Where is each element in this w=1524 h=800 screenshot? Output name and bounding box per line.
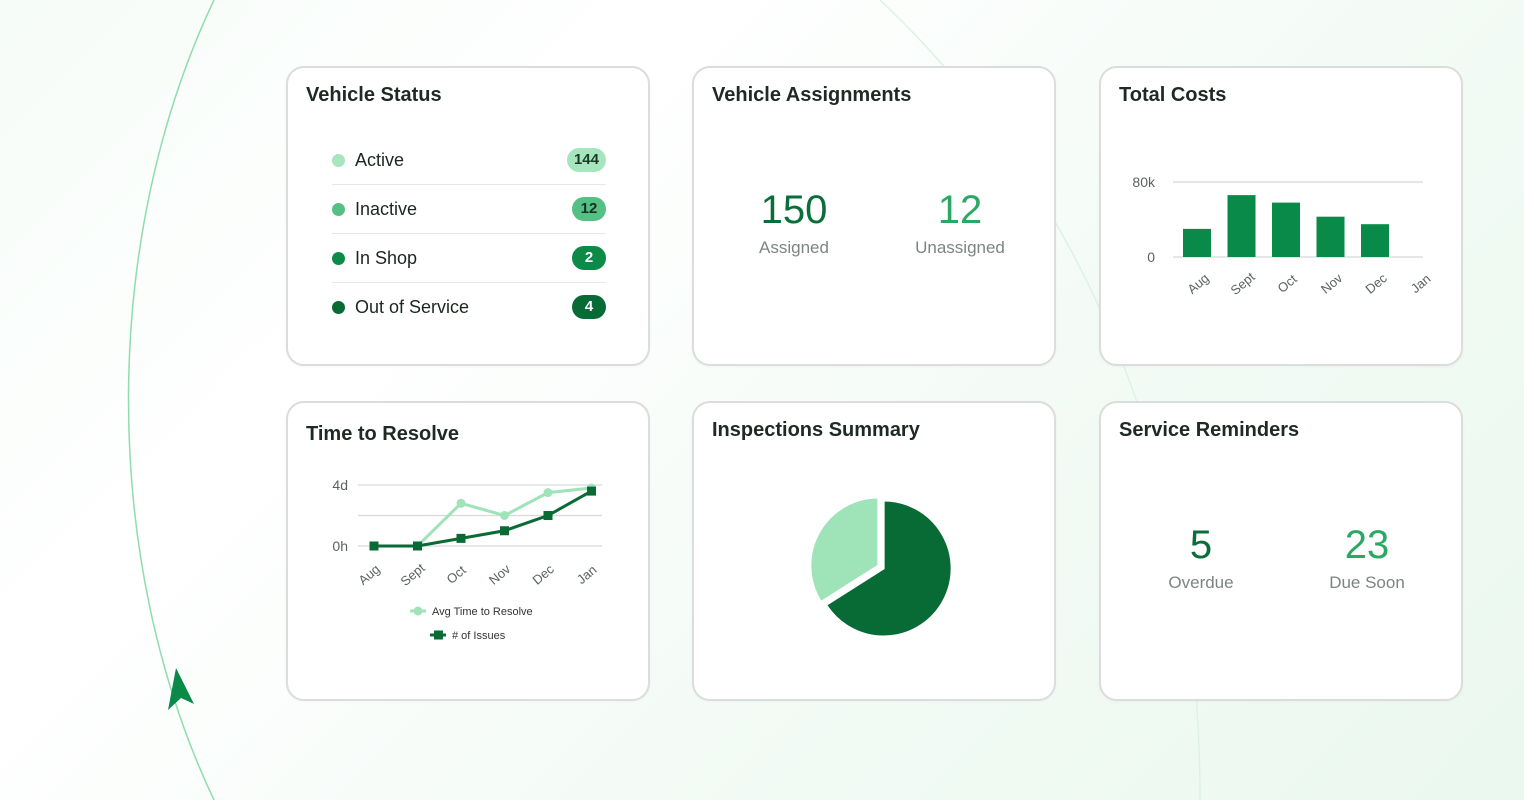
legend-label: # of Issues <box>452 630 506 642</box>
series-line <box>374 486 592 548</box>
bar <box>1316 216 1345 257</box>
x-tick-label: Nov <box>486 561 514 588</box>
data-point <box>369 541 379 551</box>
series-line <box>374 489 593 548</box>
card-title: Vehicle Status <box>306 84 442 106</box>
x-tick-label: Jan <box>1408 271 1434 296</box>
x-tick-label: Oct <box>444 562 469 587</box>
x-tick-label: Jan <box>574 562 600 587</box>
overdue-count: 5 <box>1189 523 1213 567</box>
card-title: Service Reminders <box>1119 419 1300 441</box>
status-row[interactable]: In Shop 2 <box>332 234 606 283</box>
data-point <box>456 533 466 543</box>
time-to-resolve-line-chart: 4d 0h Aug Sept Oct Nov Dec Jan Avg Time to Resol… <box>332 477 602 642</box>
data-point <box>500 526 509 536</box>
legend-marker <box>413 606 423 616</box>
total-costs-card[interactable]: Total Costs 80k 0 Aug Sept Oct Nov Dec Jan <box>1099 66 1463 366</box>
data-point <box>456 498 466 508</box>
x-tick-label: Aug <box>1184 270 1211 296</box>
vehicle-status-card[interactable]: Vehicle Status Active 144 Inactive 12 In Sho… <box>286 66 650 366</box>
time-to-resolve-card[interactable]: Time to Resolve 4d 0h Aug Sept Oct Nov Dec Jan A… <box>286 401 650 701</box>
x-tick-label: Aug <box>355 561 382 587</box>
unassigned-stat[interactable]: 12 Unassigned <box>880 188 1040 258</box>
status-count-badge: 12 <box>572 197 606 221</box>
y-tick-label: 80k <box>1132 174 1156 190</box>
inspections-summary-card[interactable]: Inspections Summary <box>692 401 1056 701</box>
bar <box>1227 195 1256 257</box>
status-row[interactable]: Out of Service 4 <box>332 283 606 331</box>
card-title: Time to Resolve <box>306 423 460 445</box>
assigned-label: Assigned <box>759 238 829 257</box>
total-costs-bar-chart: 80k 0 Aug Sept Oct Nov Dec Jan <box>1132 174 1434 298</box>
y-tick-label: 0 <box>1147 249 1155 265</box>
status-count-badge: 4 <box>572 295 606 319</box>
data-point <box>543 488 553 498</box>
status-count-badge: 2 <box>572 246 606 270</box>
data-point <box>587 486 596 496</box>
due-soon-label: Due Soon <box>1329 573 1405 592</box>
status-label: Active <box>355 149 405 170</box>
data-point <box>543 511 553 520</box>
status-dot-icon <box>332 251 345 265</box>
status-count-badge: 144 <box>566 148 606 172</box>
card-title: Inspections Summary <box>712 419 920 441</box>
due-soon-count: 23 <box>1344 523 1390 567</box>
legend-label: Avg Time to Resolve <box>432 606 533 618</box>
unassigned-label: Unassigned <box>915 238 1005 257</box>
status-label: In Shop <box>355 247 418 268</box>
data-point <box>413 541 422 551</box>
card-title: Vehicle Assignments <box>712 84 912 106</box>
cursor-arrow-icon <box>168 668 194 710</box>
y-tick-label: 4d <box>332 477 348 493</box>
status-label: Inactive <box>355 198 418 219</box>
card-title: Total Costs <box>1119 84 1227 106</box>
inspections-pie-chart <box>809 496 953 638</box>
bar <box>1272 202 1300 257</box>
due-soon-stat[interactable]: 23 Due Soon <box>1287 523 1447 593</box>
vehicle-assignments-card[interactable]: Vehicle Assignments 150 Assigned 12 Unas… <box>692 66 1056 366</box>
bar <box>1183 228 1211 257</box>
assigned-count: 150 <box>760 188 828 232</box>
unassigned-count: 12 <box>937 188 983 232</box>
service-reminders-card[interactable]: Service Reminders 5 Overdue 23 Due Soon <box>1099 401 1463 701</box>
overdue-stat[interactable]: 5 Overdue <box>1121 523 1281 593</box>
status-dot-icon <box>332 153 345 167</box>
overdue-label: Overdue <box>1168 573 1234 592</box>
status-dot-icon <box>332 202 345 216</box>
x-tick-label: Sept <box>1228 269 1258 298</box>
x-tick-label: Nov <box>1318 270 1346 297</box>
x-tick-label: Dec <box>1362 270 1390 297</box>
assigned-stat[interactable]: 150 Assigned <box>714 188 874 258</box>
status-row[interactable]: Active 144 <box>332 136 606 185</box>
status-row[interactable]: Inactive 12 <box>332 185 606 234</box>
x-tick-label: Sept <box>398 560 428 589</box>
x-tick-label: Oct <box>1275 271 1300 296</box>
status-label: Out of Service <box>355 296 470 317</box>
x-tick-label: Dec <box>529 561 557 588</box>
y-tick-label: 0h <box>332 538 348 554</box>
status-dot-icon <box>332 300 345 314</box>
legend-marker <box>434 630 443 640</box>
status-list: Active 144 Inactive 12 In Shop 2 Out of Servic… <box>332 136 606 331</box>
bar <box>1361 224 1389 257</box>
data-point <box>500 511 509 520</box>
